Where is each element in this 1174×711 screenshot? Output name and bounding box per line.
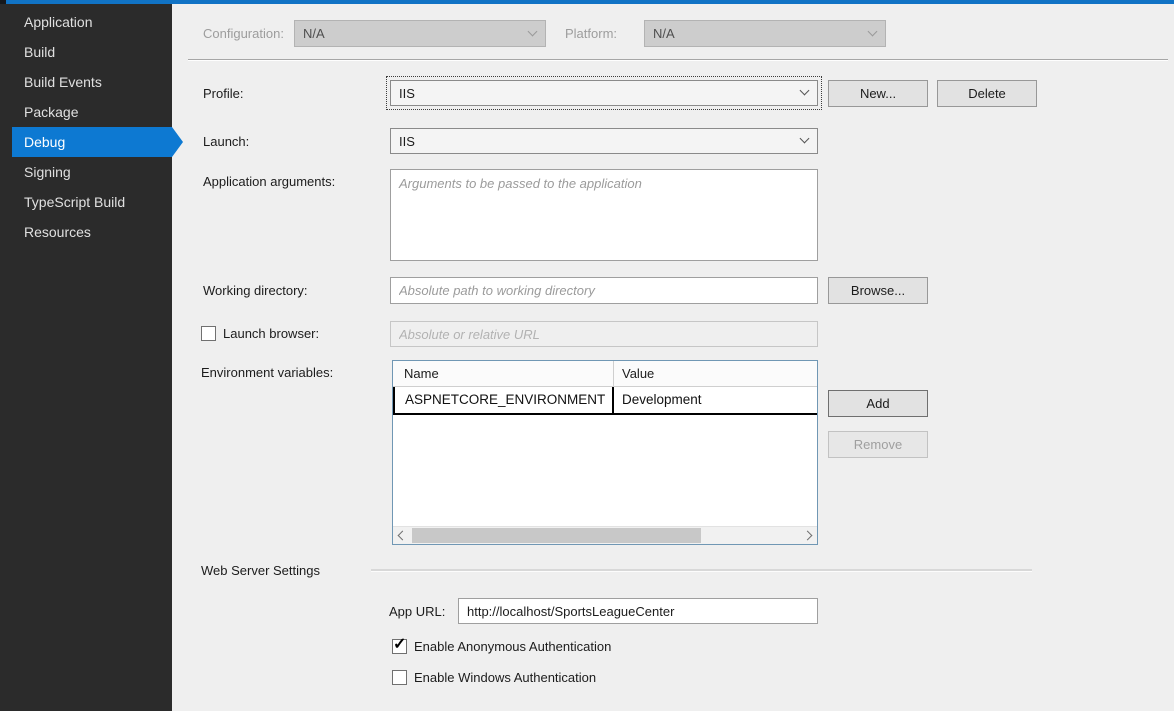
browse-button[interactable]: Browse... [828, 277, 928, 304]
chevron-right-icon[interactable] [802, 530, 813, 540]
platform-value: N/A [653, 26, 675, 41]
profile-label: Profile: [203, 86, 244, 101]
sidebar-nav: Application Build Build Events Package D… [0, 7, 172, 247]
horizontal-scrollbar[interactable] [393, 526, 817, 544]
launch-browser-checkbox[interactable] [201, 326, 216, 341]
configuration-value: N/A [303, 26, 325, 41]
project-properties-debug-page: Application Build Build Events Package D… [0, 0, 1174, 711]
chevron-down-icon [799, 133, 810, 144]
sidebar-item-typescript-build[interactable]: TypeScript Build [0, 187, 172, 217]
configuration-dropdown: N/A [294, 20, 546, 47]
env-var-name-cell[interactable]: ASPNETCORE_ENVIRONMENT [393, 387, 614, 413]
sidebar-item-application[interactable]: Application [0, 7, 172, 37]
launch-dropdown[interactable]: IIS [390, 128, 818, 154]
platform-label: Platform: [565, 26, 618, 41]
chevron-down-icon [867, 26, 878, 36]
chevron-down-icon [799, 85, 810, 96]
configuration-label: Configuration: [203, 26, 284, 41]
app-url-input[interactable] [458, 598, 818, 624]
environment-variables-grid[interactable]: Name Value ASPNETCORE_ENVIRONMENT Develo… [392, 360, 818, 545]
sidebar-item-debug[interactable]: Debug [12, 127, 172, 157]
grid-header: Name Value [393, 361, 817, 387]
scrollbar-thumb[interactable] [412, 528, 701, 543]
working-directory-input[interactable] [390, 277, 818, 304]
add-variable-button[interactable]: Add [828, 390, 928, 417]
launch-value: IIS [399, 133, 415, 149]
sidebar-item-build-events[interactable]: Build Events [0, 67, 172, 97]
web-server-settings-heading: Web Server Settings [201, 563, 320, 578]
environment-variables-label: Environment variables: [201, 365, 334, 380]
launch-browser-url-input [390, 321, 818, 347]
delete-profile-button[interactable]: Delete [937, 80, 1037, 107]
working-directory-label: Working directory: [203, 283, 308, 298]
sidebar-item-signing[interactable]: Signing [0, 157, 172, 187]
remove-variable-button: Remove [828, 431, 928, 458]
env-var-value-cell[interactable]: Development [614, 387, 817, 413]
properties-sidebar: Application Build Build Events Package D… [0, 0, 172, 711]
anonymous-auth-label: Enable Anonymous Authentication [414, 639, 612, 654]
windows-auth-label: Enable Windows Authentication [414, 670, 597, 685]
grid-column-value[interactable]: Value [614, 361, 817, 386]
anonymous-auth-checkbox[interactable]: ✓ [392, 636, 407, 654]
table-row[interactable]: ASPNETCORE_ENVIRONMENT Development [393, 387, 817, 415]
accent-bar [0, 0, 1174, 4]
chevron-down-icon [527, 26, 538, 36]
sidebar-item-package[interactable]: Package [0, 97, 172, 127]
sidebar-item-resources[interactable]: Resources [0, 217, 172, 247]
new-profile-button[interactable]: New... [828, 80, 928, 107]
web-server-settings-divider [371, 569, 1032, 571]
application-arguments-label: Application arguments: [203, 174, 336, 189]
application-arguments-input[interactable] [390, 169, 818, 261]
header-divider [188, 59, 1168, 60]
sidebar-item-build[interactable]: Build [0, 37, 172, 67]
platform-dropdown: N/A [644, 20, 886, 47]
checkmark-icon: ✓ [393, 636, 407, 653]
launch-label: Launch: [203, 134, 250, 149]
profile-dropdown[interactable]: IIS [386, 76, 822, 110]
windows-auth-checkbox[interactable] [392, 670, 407, 685]
launch-browser-label: Launch browser: [223, 326, 320, 341]
chevron-left-icon[interactable] [397, 530, 408, 540]
grid-column-name[interactable]: Name [393, 361, 614, 386]
app-url-label: App URL: [389, 604, 446, 619]
profile-value: IIS [399, 85, 415, 101]
accent-bar-notch [0, 0, 6, 4]
